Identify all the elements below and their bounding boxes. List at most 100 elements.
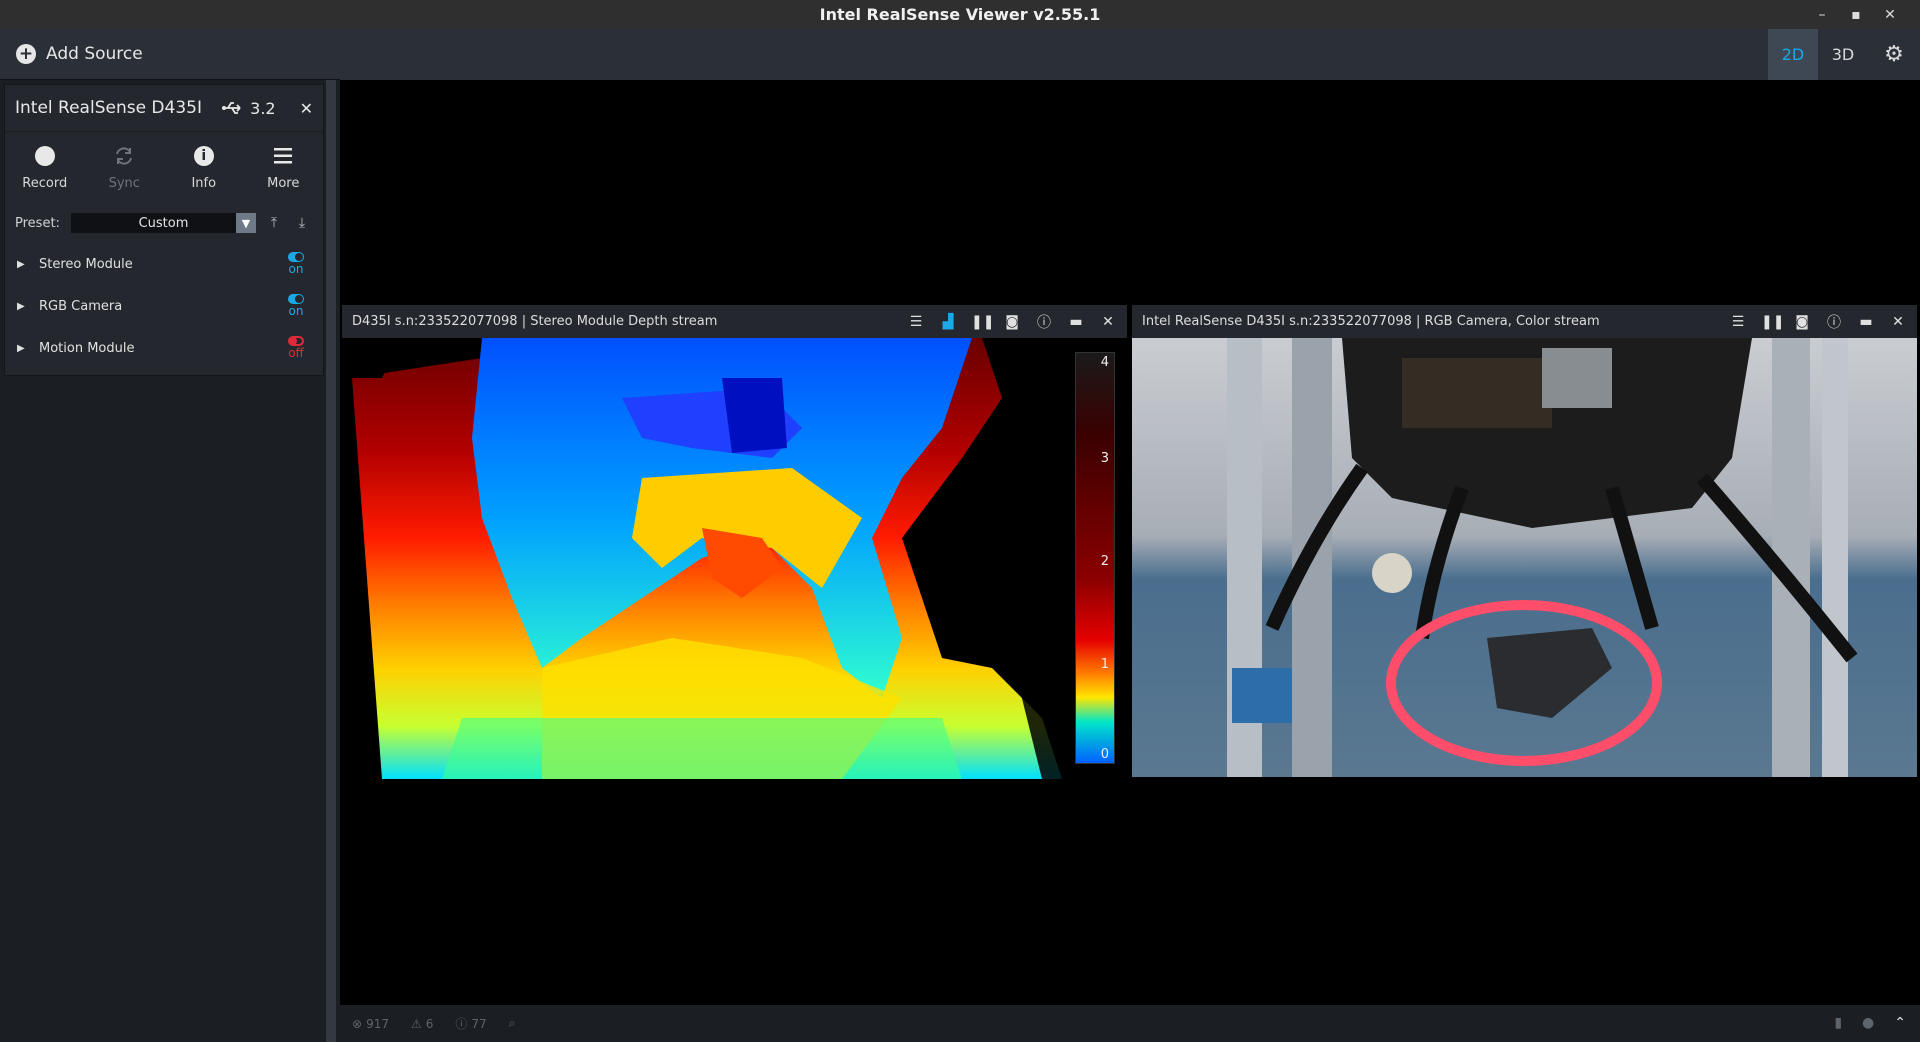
usb-info: 3.2 xyxy=(222,98,276,118)
warning-count: 6 xyxy=(425,1016,434,1031)
colorbar-tick: 1 xyxy=(1100,657,1109,672)
depth-stream-header: D435I s.n:233522077098 | Stereo Module D… xyxy=(342,305,1127,338)
color-image[interactable] xyxy=(1132,338,1917,777)
device-header: Intel RealSense D435I 3.2 ✕ xyxy=(5,85,323,131)
depth-stream-panel: D435I s.n:233522077098 | Stereo Module D… xyxy=(342,305,1127,779)
depth-colorbar: 4 3 2 1 0 xyxy=(1075,352,1115,764)
usb-version: 3.2 xyxy=(250,98,276,118)
record-button[interactable]: Record xyxy=(5,132,85,203)
module-name: RGB Camera xyxy=(39,298,123,314)
more-button[interactable]: More xyxy=(244,132,324,203)
color-stream-title: Intel RealSense D435I s.n:233522077098 |… xyxy=(1142,314,1600,329)
device-name: Intel RealSense D435I xyxy=(15,98,202,118)
close-icon[interactable]: ✕ xyxy=(1099,314,1117,330)
expand-icon[interactable]: ▶ xyxy=(17,259,39,270)
close-icon[interactable]: ✕ xyxy=(1889,314,1907,330)
top-toolbar: 2D 3D ⚙ xyxy=(340,29,1920,80)
color-stream-controls: ☰ ❚❚ ◙ ⓘ ▬ ✕ xyxy=(1729,312,1907,332)
preset-value: Custom xyxy=(138,215,189,231)
record-icon xyxy=(34,146,55,166)
sync-label: Sync xyxy=(108,176,140,191)
add-source-label: Add Source xyxy=(46,44,143,64)
sync-icon xyxy=(113,144,135,168)
color-stream-header: Intel RealSense D435I s.n:233522077098 |… xyxy=(1132,305,1917,338)
preset-select[interactable]: Custom ▼ xyxy=(71,213,256,233)
colorbar-tick: 4 xyxy=(1100,355,1109,370)
module-name: Motion Module xyxy=(39,340,135,356)
plus-circle-icon: + xyxy=(16,44,36,64)
camera-icon[interactable]: ◙ xyxy=(1793,314,1811,330)
depth-stream-controls: ☰ ▟ ❚❚ ◙ ⓘ ▬ ✕ xyxy=(907,312,1117,332)
depth-colormap-image xyxy=(342,338,1127,779)
toggle-off-icon xyxy=(288,336,304,346)
info-icon[interactable]: ⓘ xyxy=(1825,312,1843,332)
device-panel: Intel RealSense D435I 3.2 ✕ Record Sync … xyxy=(4,84,324,376)
module-toggle[interactable]: off xyxy=(281,336,311,360)
module-row-stereo[interactable]: ▶ Stereo Module on xyxy=(5,243,323,285)
minimize-stream-icon[interactable]: ▬ xyxy=(1067,314,1085,330)
color-camera-image xyxy=(1132,338,1917,777)
depth-image[interactable]: 4 3 2 1 0 xyxy=(342,338,1127,779)
device-actions: Record Sync i Info More xyxy=(5,131,323,203)
title-bar: Intel RealSense Viewer v2.55.1 – ▪ ✕ xyxy=(0,0,1920,29)
usb-icon xyxy=(222,102,241,114)
maximize-button[interactable]: ▪ xyxy=(1848,7,1864,23)
infos-indicator[interactable]: ⓘ 77 xyxy=(455,1015,486,1032)
window-controls: – ▪ ✕ xyxy=(1814,0,1920,29)
sync-button[interactable]: Sync xyxy=(85,132,165,203)
expand-icon[interactable]: ▶ xyxy=(17,343,39,354)
drop-icon[interactable]: ● xyxy=(1862,1015,1874,1031)
error-count: 917 xyxy=(366,1016,389,1031)
colorbar-tick: 3 xyxy=(1100,451,1109,466)
status-bar: ⊗ 917 ⚠ 6 ⓘ 77 ⌕ ▮ ● ⌃ xyxy=(340,1005,1920,1042)
module-toggle[interactable]: on xyxy=(281,294,311,318)
record-label: Record xyxy=(22,176,68,191)
view-switch: 2D 3D ⚙ xyxy=(1768,29,1920,80)
menu-icon xyxy=(273,144,293,168)
preset-row: Preset: Custom ▼ ⤒ ⤓ xyxy=(5,203,323,243)
info-icon: ⓘ xyxy=(455,1017,468,1031)
window-title: Intel RealSense Viewer v2.55.1 xyxy=(819,5,1101,24)
camera-icon[interactable]: ◙ xyxy=(1003,314,1021,330)
preset-label: Preset: xyxy=(15,215,60,231)
list-icon[interactable]: ☰ xyxy=(907,314,925,330)
view-2d-button[interactable]: 2D xyxy=(1768,29,1818,80)
close-window-button[interactable]: ✕ xyxy=(1882,7,1898,23)
add-source-button[interactable]: + Add Source xyxy=(0,29,340,80)
module-row-motion[interactable]: ▶ Motion Module off xyxy=(5,327,323,369)
color-stream-panel: Intel RealSense D435I s.n:233522077098 |… xyxy=(1132,305,1917,777)
histogram-icon[interactable]: ▟ xyxy=(939,314,957,330)
warnings-indicator[interactable]: ⚠ 6 xyxy=(411,1017,433,1031)
expand-icon[interactable]: ▶ xyxy=(17,301,39,312)
module-toggle[interactable]: on xyxy=(281,252,311,276)
sidebar-splitter[interactable] xyxy=(326,80,336,1042)
module-name: Stereo Module xyxy=(39,256,133,272)
info-count: 77 xyxy=(471,1016,487,1031)
minimize-button[interactable]: – xyxy=(1814,7,1830,23)
error-icon: ⊗ xyxy=(352,1016,363,1031)
errors-indicator[interactable]: ⊗ 917 xyxy=(352,1017,389,1031)
info-icon[interactable]: ⓘ xyxy=(1035,312,1053,332)
close-device-icon[interactable]: ✕ xyxy=(300,99,313,118)
trash-icon[interactable]: ▮ xyxy=(1834,1015,1842,1031)
more-label: More xyxy=(267,176,300,191)
upload-icon[interactable]: ⤒ xyxy=(264,215,284,231)
gear-icon[interactable]: ⚙ xyxy=(1868,29,1920,80)
chevron-down-icon: ▼ xyxy=(236,213,256,233)
view-3d-button[interactable]: 3D xyxy=(1818,29,1868,80)
pause-icon[interactable]: ❚❚ xyxy=(1761,314,1784,330)
download-icon[interactable]: ⤓ xyxy=(292,215,312,231)
chevron-up-icon[interactable]: ⌃ xyxy=(1894,1015,1906,1031)
info-icon: i xyxy=(193,146,214,166)
list-icon[interactable]: ☰ xyxy=(1729,314,1747,330)
depth-stream-title: D435I s.n:233522077098 | Stereo Module D… xyxy=(352,314,718,329)
pause-icon[interactable]: ❚❚ xyxy=(971,314,994,330)
module-state: off xyxy=(288,346,304,360)
module-row-rgb[interactable]: ▶ RGB Camera on xyxy=(5,285,323,327)
search-icon[interactable]: ⌕ xyxy=(509,1016,516,1031)
sidebar: + Add Source Intel RealSense D435I 3.2 ✕… xyxy=(0,29,340,1042)
info-button[interactable]: i Info xyxy=(164,132,244,203)
toggle-on-icon xyxy=(288,252,304,262)
minimize-stream-icon[interactable]: ▬ xyxy=(1857,314,1875,330)
colorbar-tick: 2 xyxy=(1100,554,1109,569)
